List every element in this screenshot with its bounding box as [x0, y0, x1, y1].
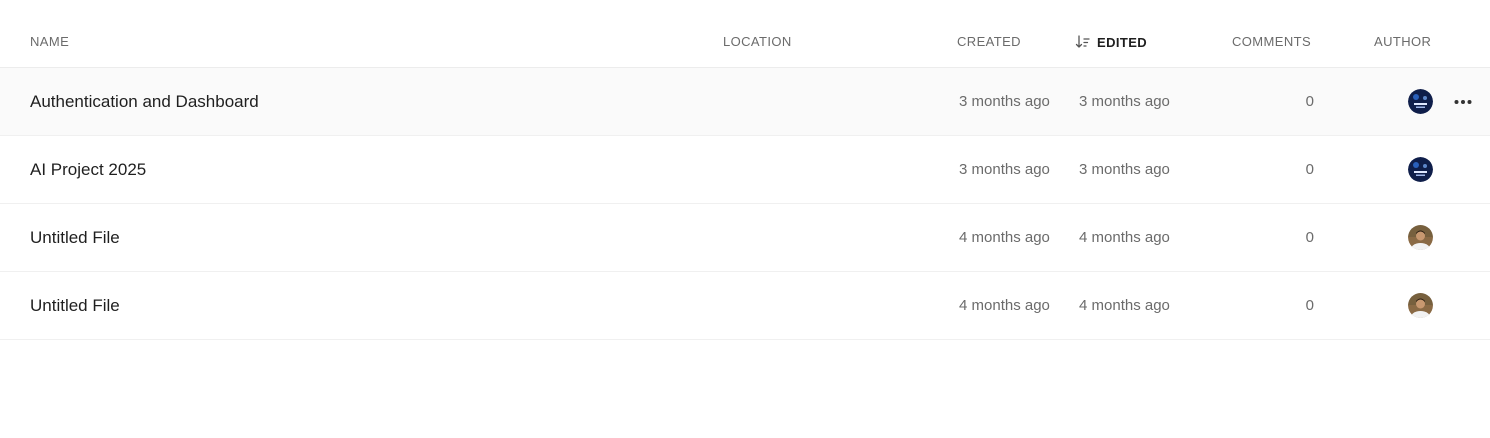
sort-descending-icon: [1075, 35, 1090, 48]
file-edited: 3 months ago: [1079, 93, 1170, 110]
column-header-created[interactable]: CREATED: [957, 34, 1021, 50]
dark-blue-avatar: [1408, 157, 1433, 182]
file-name: AI Project 2025: [30, 159, 147, 179]
column-header-comments[interactable]: COMMENTS: [1232, 34, 1311, 50]
person-photo-avatar: [1408, 293, 1433, 318]
file-created: 3 months ago: [959, 93, 1050, 110]
file-created: 4 months ago: [959, 297, 1050, 314]
dark-blue-avatar: [1408, 89, 1433, 114]
table-header: NAME LOCATION CREATED EDITED COMMENTS AU…: [0, 0, 1490, 68]
column-header-edited-label: EDITED: [1097, 35, 1148, 50]
table-row[interactable]: AI Project 2025 3 months ago 3 months ag…: [0, 136, 1490, 204]
file-comments-count: 0: [1305, 93, 1314, 110]
person-photo-avatar: [1408, 225, 1433, 250]
table-row[interactable]: Authentication and Dashboard 3 months ag…: [0, 68, 1490, 136]
file-created: 4 months ago: [959, 229, 1050, 246]
author-avatar: [1408, 68, 1433, 135]
column-header-name[interactable]: NAME: [30, 34, 69, 50]
file-name: Authentication and Dashboard: [30, 91, 259, 111]
file-comments-count: 0: [1305, 161, 1314, 178]
table-row[interactable]: Untitled File 4 months ago 4 months ago …: [0, 204, 1490, 272]
file-edited: 4 months ago: [1079, 229, 1170, 246]
column-header-author[interactable]: AUTHOR: [1374, 34, 1431, 50]
row-more-button[interactable]: [1450, 68, 1476, 135]
column-header-location[interactable]: LOCATION: [723, 34, 792, 50]
files-table: NAME LOCATION CREATED EDITED COMMENTS AU…: [0, 0, 1490, 340]
column-header-edited[interactable]: EDITED: [1075, 34, 1147, 51]
file-edited: 4 months ago: [1079, 297, 1170, 314]
file-name: Untitled File: [30, 227, 120, 247]
author-avatar: [1408, 272, 1433, 339]
file-comments-count: 0: [1305, 297, 1314, 314]
table-body: Authentication and Dashboard 3 months ag…: [0, 68, 1490, 340]
file-created: 3 months ago: [959, 161, 1050, 178]
author-avatar: [1408, 204, 1433, 271]
file-comments-count: 0: [1305, 229, 1314, 246]
table-row[interactable]: Untitled File 4 months ago 4 months ago …: [0, 272, 1490, 340]
file-name: Untitled File: [30, 295, 120, 315]
author-avatar: [1408, 136, 1433, 203]
file-edited: 3 months ago: [1079, 161, 1170, 178]
more-horizontal-icon: [1454, 99, 1472, 104]
